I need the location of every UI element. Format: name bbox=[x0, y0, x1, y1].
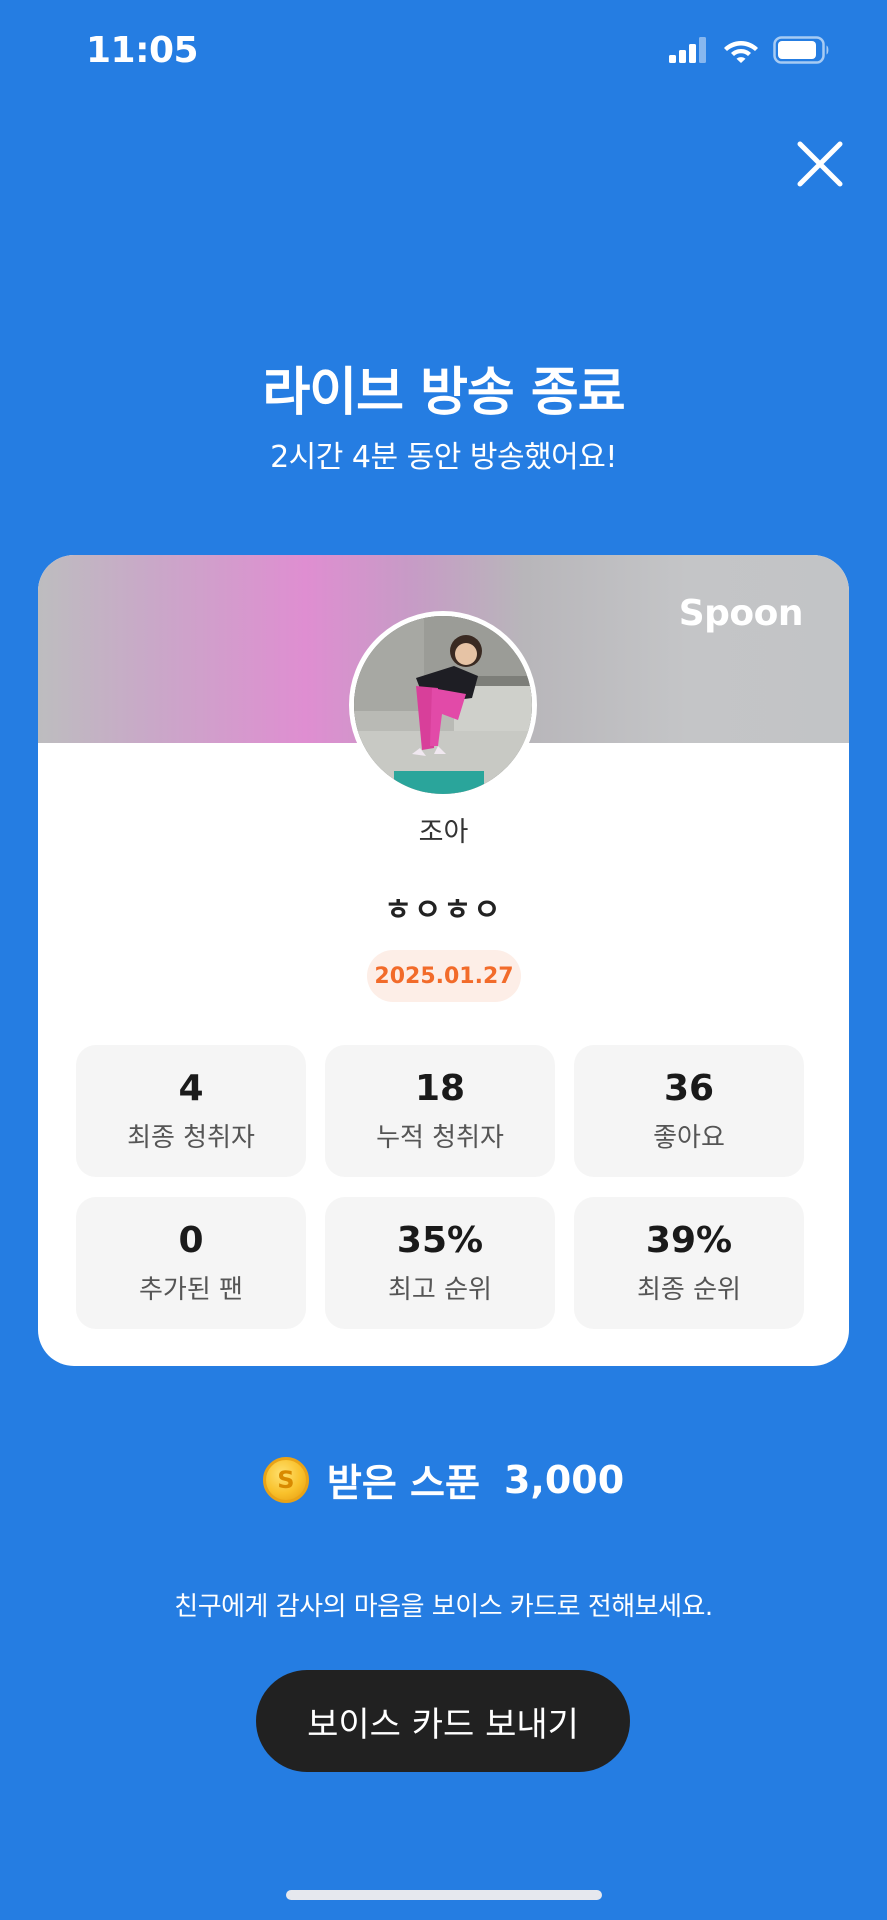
stat-label: 최고 순위 bbox=[388, 1275, 492, 1306]
stat-likes: 36 좋아요 bbox=[574, 1045, 804, 1177]
received-spoons-value: 3,000 bbox=[503, 1457, 625, 1502]
stat-value: 35% bbox=[396, 1219, 484, 1261]
home-indicator bbox=[286, 1890, 602, 1900]
stat-label: 최종 청취자 bbox=[127, 1123, 255, 1154]
stats-grid: 4 최종 청취자 18 누적 청취자 36 좋아요 0 추가된 팬 35% 최고… bbox=[76, 1045, 810, 1329]
avatar-photo bbox=[354, 616, 532, 794]
stat-final-rank: 39% 최종 순위 bbox=[574, 1197, 804, 1329]
stat-new-fans: 0 추가된 팬 bbox=[76, 1197, 306, 1329]
broadcast-summary-card: Spoon 조아 ㅎㅇㅎㅇ 2025.01.27 4 최종 청취자 18 누적 … bbox=[38, 555, 849, 1366]
spoon-coin-icon: S bbox=[262, 1456, 309, 1503]
broadcast-duration: 2시간 4분 동안 방송했어요! bbox=[270, 440, 617, 475]
stat-value: 36 bbox=[663, 1067, 715, 1109]
broadcast-title: ㅎㅇㅎㅇ bbox=[384, 893, 503, 928]
voice-card-hint: 친구에게 감사의 마음을 보이스 카드로 전해보세요. bbox=[174, 1592, 713, 1622]
stat-label: 최종 순위 bbox=[637, 1275, 741, 1306]
stat-value: 39% bbox=[645, 1219, 733, 1261]
stat-best-rank: 35% 최고 순위 bbox=[325, 1197, 555, 1329]
received-spoons-label: 받은 스푼 bbox=[326, 1461, 480, 1505]
status-icons bbox=[669, 36, 831, 64]
stat-value: 4 bbox=[178, 1067, 204, 1109]
stat-final-listeners: 4 최종 청취자 bbox=[76, 1045, 306, 1177]
avatar bbox=[349, 611, 537, 799]
page-title: 라이브 방송 종료 bbox=[262, 363, 625, 423]
date-badge: 2025.01.27 bbox=[367, 950, 521, 1002]
stat-value: 18 bbox=[414, 1067, 466, 1109]
stat-value: 0 bbox=[178, 1219, 204, 1261]
cellular-signal-icon bbox=[669, 37, 706, 63]
status-time: 11:05 bbox=[86, 30, 199, 71]
wifi-icon bbox=[724, 41, 758, 63]
stat-label: 추가된 팬 bbox=[139, 1275, 243, 1306]
battery-icon bbox=[773, 36, 829, 64]
stat-total-listeners: 18 누적 청취자 bbox=[325, 1045, 555, 1177]
send-voice-card-button[interactable]: 보이스 카드 보내기 bbox=[256, 1670, 630, 1772]
status-bar: 11:05 bbox=[0, 0, 887, 100]
close-icon bbox=[797, 141, 843, 187]
stat-label: 누적 청취자 bbox=[376, 1123, 504, 1154]
stat-label: 좋아요 bbox=[653, 1123, 725, 1154]
received-spoons: S 받은 스푼 3,000 bbox=[0, 1452, 887, 1507]
close-button[interactable] bbox=[790, 134, 850, 194]
spoon-logo: Spoon bbox=[678, 593, 804, 634]
username: 조아 bbox=[418, 817, 469, 848]
